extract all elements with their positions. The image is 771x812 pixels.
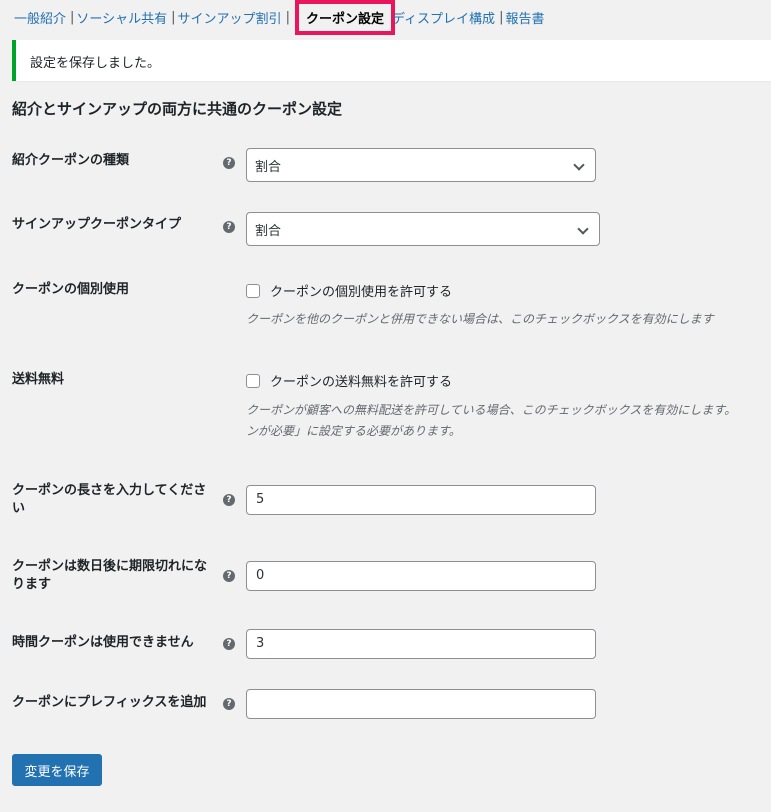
individual-use-checkbox-row[interactable]: クーポンの個別使用を許可する: [246, 281, 452, 300]
free-shipping-description-line2: ンが必要」に設定する必要があります。: [246, 424, 461, 438]
coupon-length-input[interactable]: 5: [246, 485, 596, 515]
signup-coupon-type-label: サインアップクーポンタイプ: [12, 217, 182, 232]
expiry-days-input[interactable]: 0: [246, 561, 596, 591]
chevron-down-icon: [573, 159, 585, 171]
select-value: 割合: [255, 159, 282, 175]
free-shipping-description-line1: クーポンが顧客への無料配送を許可している場合、このチェックボックスを有効にします…: [246, 403, 737, 417]
select-value: 割合: [255, 223, 282, 239]
coupon-length-label: クーポンの長さを入力してください: [12, 483, 207, 516]
referral-coupon-type-label: 紹介クーポンの種類: [12, 153, 130, 168]
free-shipping-checkbox[interactable]: [246, 373, 260, 388]
coupon-prefix-label: クーポンにプレフィックスを追加: [12, 695, 207, 710]
chevron-down-icon: [577, 223, 589, 235]
help-icon[interactable]: ?: [223, 698, 235, 710]
success-notice: 設定を保存しました。: [12, 40, 771, 81]
notice-text: 設定を保存しました。: [30, 56, 161, 71]
usage-limit-label: 時間クーポンは使用できません: [12, 635, 194, 650]
individual-use-checkbox[interactable]: [246, 283, 260, 298]
tab-social-share[interactable]: ソーシャル共有: [76, 8, 167, 27]
tab-display-config[interactable]: ディスプレイ構成: [392, 8, 495, 27]
section-title: 紹介とサインアップの両方に共通のクーポン設定: [12, 100, 343, 118]
tab-coupon-settings[interactable]: クーポン設定: [294, 0, 395, 35]
tab-reports[interactable]: 報告書: [505, 8, 544, 27]
expiry-days-label: クーポンは数日後に期限切れになります: [12, 559, 208, 592]
individual-use-checkbox-label: クーポンの個別使用を許可する: [270, 285, 453, 300]
free-shipping-checkbox-label: クーポンの送料無料を許可する: [270, 375, 453, 390]
settings-tabs: 一般紹介 | ソーシャル共有 | サインアップ割引 | クーポン設定 ディスプレ…: [14, 0, 544, 35]
tab-general-referral[interactable]: 一般紹介: [14, 8, 66, 27]
tab-separator: |: [499, 9, 504, 25]
free-shipping-checkbox-row[interactable]: クーポンの送料無料を許可する: [246, 371, 452, 390]
help-icon[interactable]: ?: [223, 494, 235, 506]
usage-limit-input[interactable]: 3: [246, 629, 596, 659]
help-icon[interactable]: ?: [223, 157, 235, 169]
tab-separator: |: [70, 9, 75, 25]
coupon-prefix-input[interactable]: [246, 689, 596, 719]
tab-signup-discount[interactable]: サインアップ割引: [178, 8, 282, 27]
save-changes-button[interactable]: 変更を保存: [12, 754, 102, 786]
free-shipping-label: 送料無料: [12, 372, 65, 387]
tab-separator: |: [171, 9, 176, 25]
help-icon[interactable]: ?: [223, 638, 235, 650]
tab-separator: |: [285, 9, 290, 25]
individual-use-description: クーポンを他のクーポンと併用できない場合は、このチェックボックスを有効にします: [246, 312, 714, 326]
help-icon[interactable]: ?: [223, 570, 235, 582]
help-icon[interactable]: ?: [223, 221, 235, 233]
referral-coupon-type-select[interactable]: 割合: [246, 148, 596, 182]
individual-use-label: クーポンの個別使用: [12, 282, 130, 297]
signup-coupon-type-select[interactable]: 割合: [246, 212, 600, 246]
